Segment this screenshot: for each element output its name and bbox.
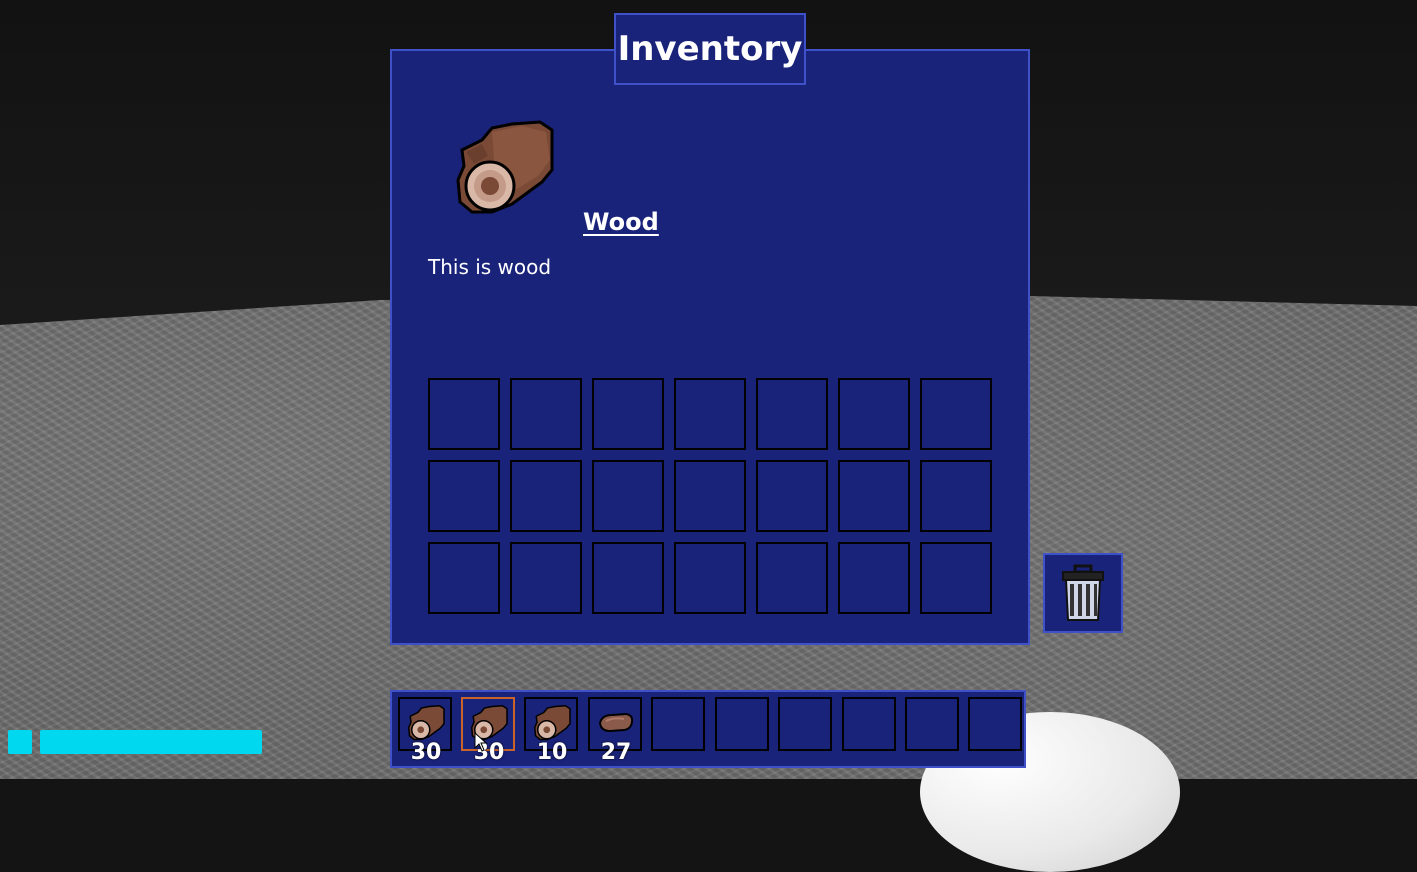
hotbar-count-4: 27 (600, 740, 632, 765)
hotbar-count-3: 10 (536, 740, 568, 765)
inventory-slot[interactable] (756, 460, 828, 532)
item-description: This is wood (428, 255, 552, 279)
inventory-slot[interactable] (674, 460, 746, 532)
inventory-slot[interactable] (920, 378, 992, 450)
inventory-slot[interactable] (838, 460, 910, 532)
meat-icon (598, 712, 634, 733)
item-name: Wood (583, 208, 659, 236)
wood-log-icon (452, 120, 556, 216)
inventory-slot[interactable] (756, 378, 828, 450)
inventory-slot[interactable] (428, 378, 500, 450)
inventory-slot[interactable] (674, 378, 746, 450)
inventory-slot[interactable] (592, 542, 664, 614)
hotbar-slot-5[interactable] (651, 697, 705, 751)
inventory-slot[interactable] (838, 542, 910, 614)
stamina-icon (8, 730, 32, 754)
inventory-slot[interactable] (756, 542, 828, 614)
hotbar-count-1: 30 (410, 740, 442, 765)
hotbar-count-2: 30 (473, 740, 505, 765)
hotbar-slot-7[interactable] (778, 697, 832, 751)
hotbar-slot-8[interactable] (842, 697, 896, 751)
trash-can-icon (1062, 564, 1104, 621)
inventory-slot[interactable] (510, 460, 582, 532)
mouse-cursor-icon (474, 732, 488, 752)
inventory-grid (428, 378, 992, 614)
inventory-slot[interactable] (838, 378, 910, 450)
inventory-slot[interactable] (510, 542, 582, 614)
hotbar-slot-9[interactable] (905, 697, 959, 751)
inventory-slot[interactable] (428, 542, 500, 614)
inventory-slot[interactable] (920, 542, 992, 614)
wood-log-icon (533, 705, 571, 741)
inventory-title: Inventory (614, 13, 806, 85)
hotbar-slot-6[interactable] (715, 697, 769, 751)
inventory-slot[interactable] (674, 542, 746, 614)
inventory-slot[interactable] (920, 460, 992, 532)
wood-log-icon (407, 705, 445, 741)
stamina-bar (40, 730, 262, 754)
hotbar-slot-10[interactable] (968, 697, 1022, 751)
trash-slot[interactable] (1043, 553, 1123, 633)
inventory-slot[interactable] (428, 460, 500, 532)
inventory-slot[interactable] (510, 378, 582, 450)
inventory-slot[interactable] (592, 378, 664, 450)
inventory-slot[interactable] (592, 460, 664, 532)
